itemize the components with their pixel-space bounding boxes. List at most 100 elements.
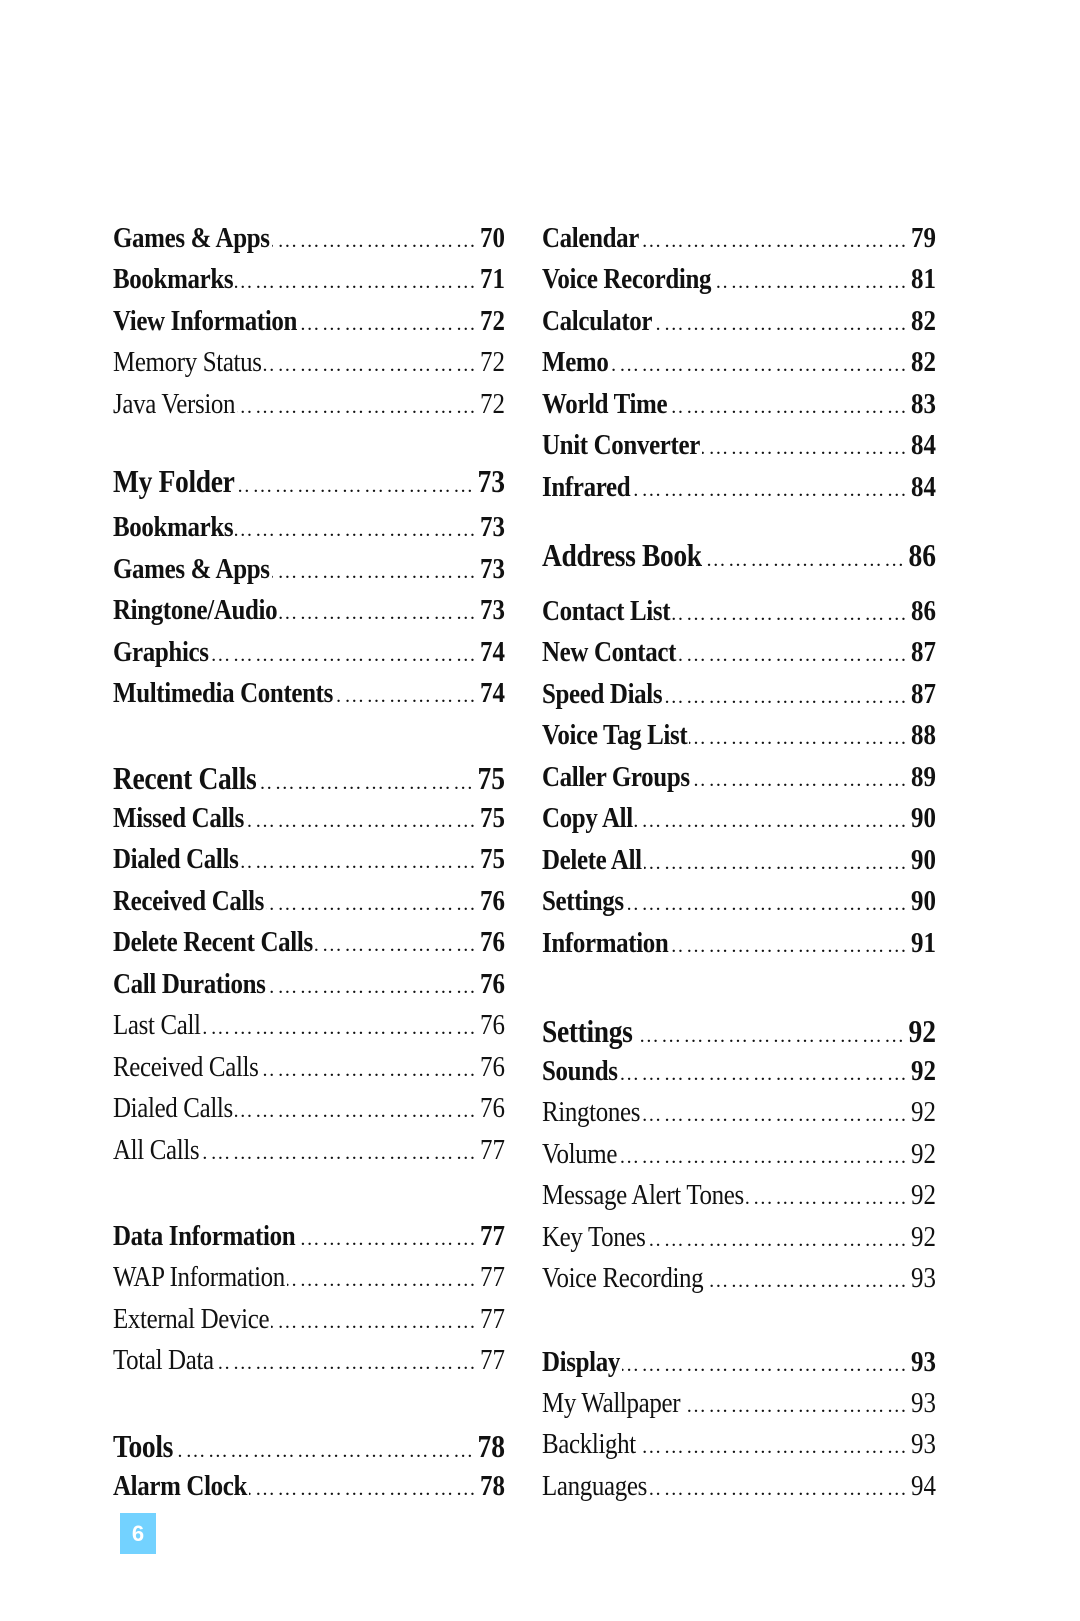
toc-entry[interactable]: Backlight……………………………………………………………………93 — [542, 1428, 936, 1468]
dot-leader: …………………………………………………………………… — [621, 1354, 910, 1376]
toc-entry[interactable]: Ringtone/Audio……………………………………………………………………… — [113, 594, 505, 634]
toc-entry[interactable]: Languages……………………………………………………………………94 — [542, 1470, 936, 1510]
toc-entry[interactable]: Multimedia Contents………………………………………………………… — [113, 677, 505, 717]
toc-entry[interactable]: Ringtones……………………………………………………………………92 — [542, 1096, 936, 1136]
toc-entry[interactable]: Memo……………………………………………………………………82 — [542, 346, 936, 386]
toc-entry-page-number: 88 — [911, 719, 936, 751]
toc-entry-page-number: 93 — [911, 1346, 936, 1378]
toc-entry-label: Ringtone/Audio — [113, 594, 278, 626]
dot-leader: …………………………………………………………………… — [297, 1228, 479, 1250]
toc-entry-label: WAP Information — [113, 1261, 285, 1293]
toc-entry[interactable]: Copy All……………………………………………………………………90 — [542, 802, 936, 842]
toc-entry-label: Voice Tag List — [542, 719, 688, 751]
toc-entry[interactable]: Unit Converter……………………………………………………………………… — [542, 429, 936, 469]
toc-entry[interactable]: Bookmarks……………………………………………………………………73 — [113, 511, 505, 551]
dot-leader: …………………………………………………………………… — [643, 852, 910, 874]
toc-entry[interactable]: Calendar……………………………………………………………………79 — [542, 222, 936, 262]
toc-entry[interactable]: Graphics……………………………………………………………………74 — [113, 636, 505, 676]
toc-entry[interactable]: Information……………………………………………………………………91 — [542, 927, 936, 967]
toc-entry-page-number: 84 — [911, 471, 936, 503]
toc-entry[interactable]: Bookmarks……………………………………………………………………71 — [113, 263, 505, 303]
toc-entry[interactable]: Received Calls……………………………………………………………………… — [113, 1051, 505, 1091]
toc-entry-page-number: 77 — [480, 1261, 505, 1293]
toc-entry[interactable]: Dialed Calls……………………………………………………………………75 — [113, 843, 505, 883]
toc-entry[interactable]: Caller Groups……………………………………………………………………8… — [542, 761, 936, 801]
toc-entry[interactable]: Delete All……………………………………………………………………90 — [542, 844, 936, 884]
toc-entry-page-number: 73 — [477, 463, 505, 499]
toc-entry[interactable]: Java Version……………………………………………………………………72 — [113, 388, 505, 428]
toc-section-heading[interactable]: My Folder……………………………………………………………………73 — [113, 463, 505, 503]
toc-entry[interactable]: Speed Dials……………………………………………………………………87 — [542, 678, 936, 718]
toc-entry-label: Bookmarks — [113, 511, 234, 543]
toc-entry[interactable]: Received Calls……………………………………………………………………… — [113, 885, 505, 925]
toc-entry[interactable]: Voice Tag List……………………………………………………………………… — [542, 719, 936, 759]
toc-entry[interactable]: Message Alert Tones………………………………………………………… — [542, 1179, 936, 1219]
toc-entry[interactable]: Data Information………………………………………………………………… — [113, 1220, 505, 1260]
toc-entry[interactable]: Infrared……………………………………………………………………84 — [542, 471, 936, 511]
toc-entry-page-number: 84 — [911, 429, 936, 461]
toc-entry[interactable]: Games & Apps……………………………………………………………………70 — [113, 222, 505, 262]
toc-entry[interactable]: Key Tones……………………………………………………………………92 — [542, 1221, 936, 1261]
toc-entry[interactable]: Display……………………………………………………………………93 — [542, 1346, 936, 1386]
toc-section-heading[interactable]: Recent Calls……………………………………………………………………75 — [113, 760, 505, 800]
toc-entry-label: Alarm Clock — [113, 1470, 248, 1502]
toc-entry-label: Games & Apps — [113, 222, 270, 254]
dot-leader: …………………………………………………………………… — [235, 519, 479, 541]
dot-leader: …………………………………………………………………… — [202, 1017, 479, 1039]
dot-leader: …………………………………………………………………… — [235, 271, 479, 293]
toc-entry[interactable]: Contact List……………………………………………………………………86 — [542, 595, 936, 635]
toc-entry[interactable]: Sounds……………………………………………………………………92 — [542, 1055, 936, 1095]
toc-entry[interactable]: Delete Recent Calls………………………………………………………… — [113, 926, 505, 966]
toc-entry-label: My Wallpaper — [542, 1387, 681, 1419]
dot-leader: …………………………………………………………………… — [271, 1311, 479, 1333]
toc-section-heading[interactable]: Tools……………………………………………………………………78 — [113, 1428, 505, 1468]
toc-entry[interactable]: Voice Recording…………………………………………………………………… — [542, 263, 936, 303]
toc-entry[interactable]: View Information………………………………………………………………… — [113, 305, 505, 345]
toc-entry-label: Graphics — [113, 636, 209, 668]
toc-entry-label: Voice Recording — [542, 263, 712, 295]
dot-leader: …………………………………………………………………… — [642, 1104, 910, 1126]
dot-leader: …………………………………………………………………… — [664, 686, 910, 708]
dot-leader: …………………………………………………………………… — [237, 475, 476, 497]
toc-entry[interactable]: Calculator……………………………………………………………………82 — [542, 305, 936, 345]
toc-entry[interactable]: New Contact……………………………………………………………………87 — [542, 636, 936, 676]
toc-entry[interactable]: Games & Apps……………………………………………………………………73 — [113, 553, 505, 593]
toc-entry[interactable]: World Time……………………………………………………………………83 — [542, 388, 936, 428]
toc-entry[interactable]: WAP Information…………………………………………………………………… — [113, 1261, 505, 1301]
dot-leader: …………………………………………………………………… — [619, 1146, 910, 1168]
toc-entry-label: Infrared — [542, 471, 631, 503]
toc-entry-label: Speed Dials — [542, 678, 663, 710]
toc-entry[interactable]: Total Data……………………………………………………………………77 — [113, 1344, 505, 1384]
toc-entry-page-number: 93 — [911, 1262, 936, 1294]
toc-entry[interactable]: Voice Recording…………………………………………………………………… — [542, 1262, 936, 1302]
toc-entry[interactable]: Settings……………………………………………………………………90 — [542, 885, 936, 925]
toc-entry-page-number: 87 — [911, 636, 936, 668]
toc-entry-label: New Contact — [542, 636, 677, 668]
toc-entry[interactable]: Call Durations……………………………………………………………………… — [113, 968, 505, 1008]
toc-entry-page-number: 94 — [911, 1470, 936, 1502]
toc-entry[interactable]: My Wallpaper……………………………………………………………………93 — [542, 1387, 936, 1427]
toc-section-heading[interactable]: Address Book……………………………………………………………………86 — [542, 537, 936, 577]
toc-entry[interactable]: Volume……………………………………………………………………92 — [542, 1138, 936, 1178]
toc-entry-label: Settings — [542, 1013, 633, 1049]
toc-entry[interactable]: External Device…………………………………………………………………… — [113, 1303, 505, 1343]
toc-entry[interactable]: Dialed Calls……………………………………………………………………76 — [113, 1092, 505, 1132]
toc-entry-label: Settings — [542, 885, 624, 917]
toc-entry-label: Dialed Calls — [113, 843, 239, 875]
toc-entry-page-number: 75 — [477, 760, 505, 796]
toc-entry-page-number: 91 — [911, 927, 936, 959]
toc-entry[interactable]: Memory Status……………………………………………………………………7… — [113, 346, 505, 386]
toc-section-heading[interactable]: Settings……………………………………………………………………92 — [542, 1013, 936, 1053]
dot-leader: …………………………………………………………………… — [704, 549, 907, 571]
toc-entry[interactable]: All Calls……………………………………………………………………77 — [113, 1134, 505, 1174]
dot-leader: …………………………………………………………………… — [335, 685, 479, 707]
dot-leader: …………………………………………………………………… — [746, 1187, 910, 1209]
dot-leader: …………………………………………………………………… — [672, 603, 910, 625]
dot-leader: …………………………………………………………………… — [235, 1100, 479, 1122]
toc-entry[interactable]: Missed Calls……………………………………………………………………75 — [113, 802, 505, 842]
toc-entry-label: Ringtones — [542, 1096, 641, 1128]
toc-entry-label: Memory Status — [113, 346, 262, 378]
toc-entry[interactable]: Last Call……………………………………………………………………76 — [113, 1009, 505, 1049]
toc-entry-label: Missed Calls — [113, 802, 244, 834]
toc-entry[interactable]: Alarm Clock……………………………………………………………………78 — [113, 1470, 505, 1510]
